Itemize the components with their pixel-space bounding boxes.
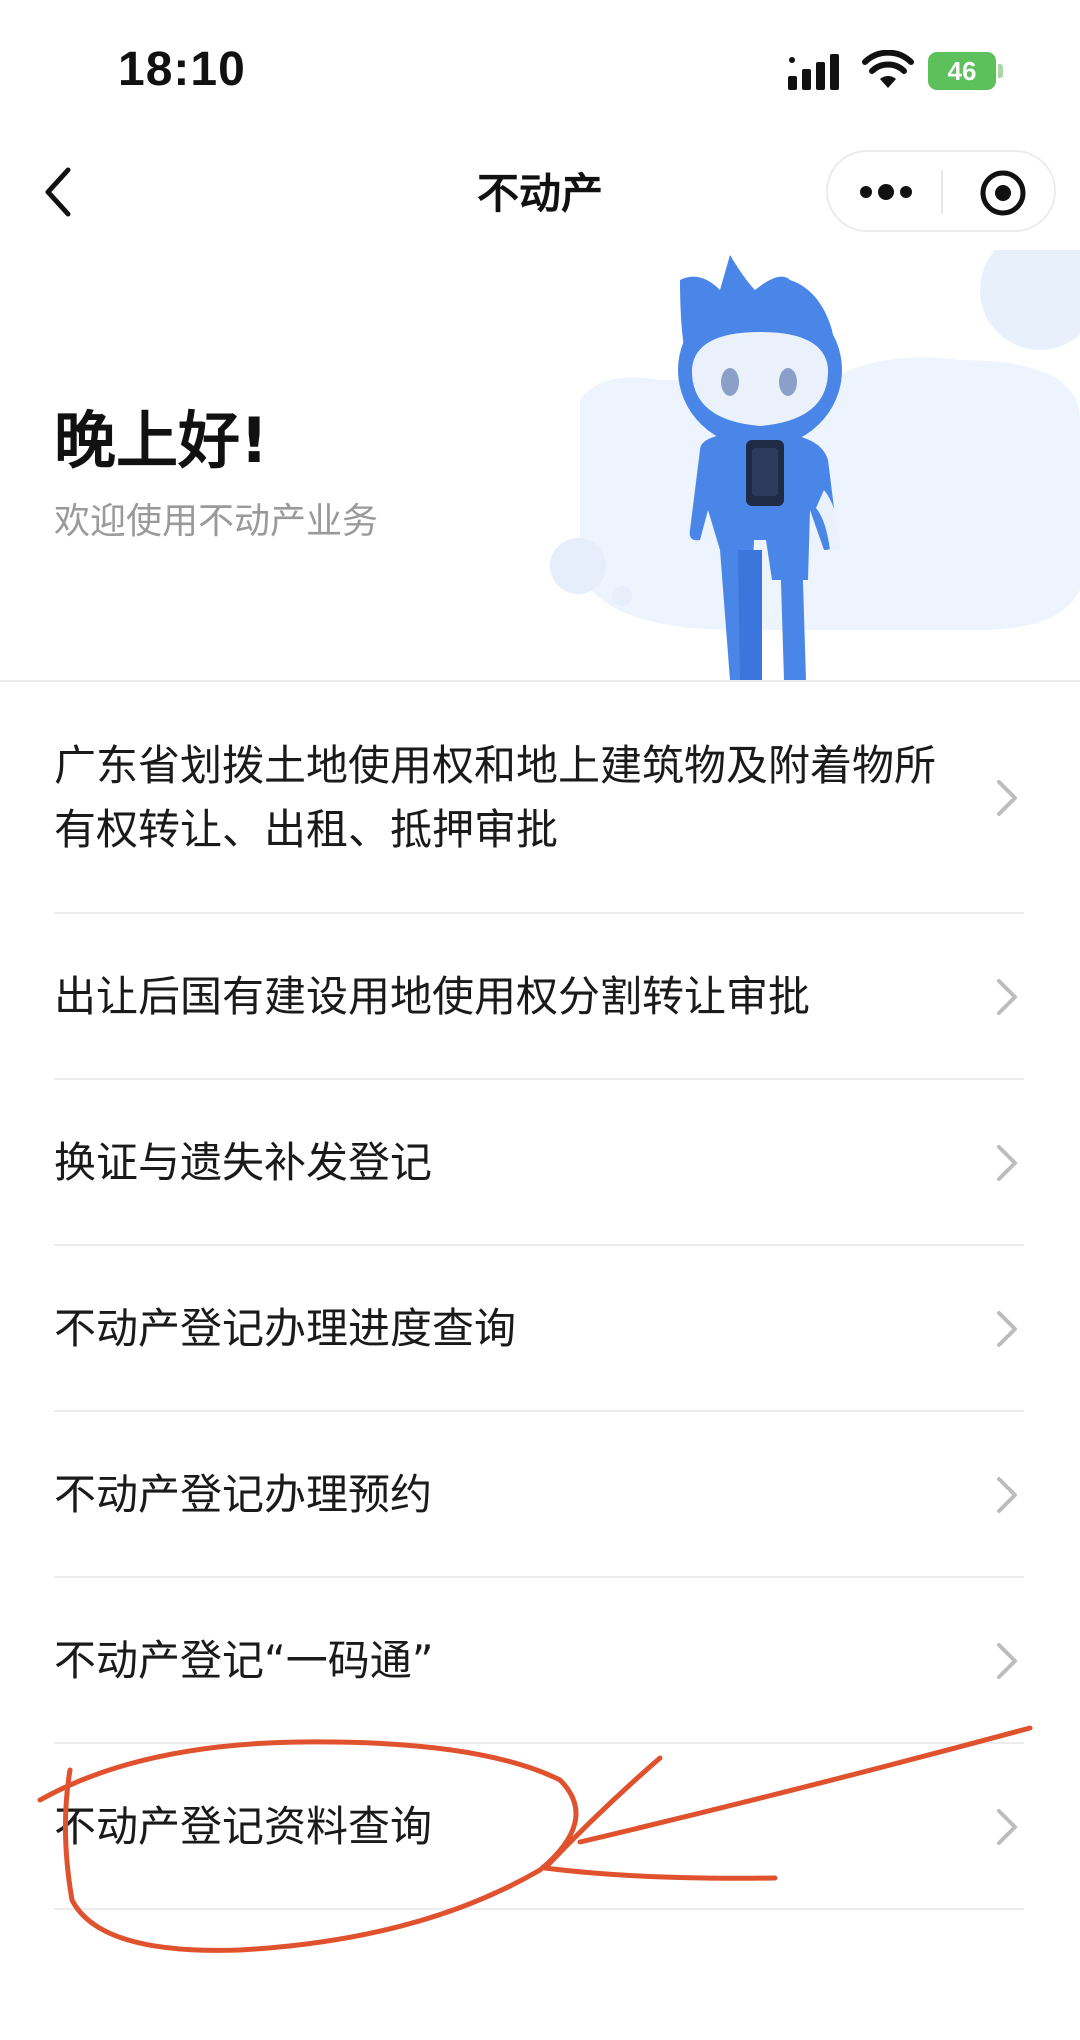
- mascot-illustration: [550, 250, 1080, 680]
- chevron-right-icon: [997, 780, 1017, 816]
- service-list: 广东省划拨土地使用权和地上建筑物及附着物所有权转让、出租、抵押审批 出让后国有建…: [0, 682, 1080, 1910]
- target-close-icon[interactable]: [978, 168, 1028, 218]
- mini-program-capsule: [826, 150, 1056, 232]
- list-item[interactable]: 不动产登记“一码通”: [0, 1578, 1080, 1744]
- nav-bar: 不动产: [0, 140, 1080, 240]
- list-item-label: 不动产登记办理预约: [54, 1470, 433, 1519]
- chevron-right-icon: [997, 1145, 1017, 1181]
- greeting-heading: 晚上好!: [54, 404, 269, 477]
- list-item[interactable]: 不动产登记办理进度查询: [0, 1246, 1080, 1412]
- list-item-label: 广东省划拨土地使用权和地上建筑物及附着物所有权转让、出租、抵押审批: [54, 741, 937, 854]
- status-time: 18:10: [118, 43, 246, 96]
- chevron-right-icon: [997, 979, 1017, 1015]
- welcome-banner: 晚上好! 欢迎使用不动产业务: [0, 250, 1080, 680]
- chevron-right-icon: [997, 1809, 1017, 1845]
- list-item-label: 不动产登记“一码通”: [54, 1636, 434, 1685]
- wifi-icon: [862, 50, 914, 88]
- chevron-right-icon: [997, 1311, 1017, 1347]
- chevron-right-icon: [997, 1477, 1017, 1513]
- capsule-divider: [941, 170, 943, 214]
- list-divider: [54, 1908, 1024, 1910]
- list-item-label: 出让后国有建设用地使用权分割转让审批: [54, 972, 811, 1021]
- welcome-subtitle: 欢迎使用不动产业务: [54, 501, 379, 542]
- battery-level: 46: [947, 56, 977, 86]
- list-item-label: 不动产登记办理进度查询: [54, 1304, 517, 1353]
- signal-icon: [788, 54, 839, 90]
- chevron-left-icon[interactable]: [38, 166, 82, 218]
- chevron-right-icon: [997, 1643, 1017, 1679]
- page-title: 不动产: [476, 169, 603, 218]
- list-item[interactable]: 不动产登记办理预约: [0, 1412, 1080, 1578]
- more-dots-icon[interactable]: [856, 176, 916, 208]
- list-item[interactable]: 广东省划拨土地使用权和地上建筑物及附着物所有权转让、出租、抵押审批: [0, 682, 1080, 914]
- list-item[interactable]: 出让后国有建设用地使用权分割转让审批: [0, 914, 1080, 1080]
- list-item-label: 换证与遗失补发登记: [54, 1138, 433, 1187]
- list-item[interactable]: 不动产登记资料查询: [0, 1744, 1080, 1910]
- battery-icon: 46: [928, 52, 1004, 90]
- status-bar: 18:10 46: [0, 0, 1080, 140]
- list-item[interactable]: 换证与遗失补发登记: [0, 1080, 1080, 1246]
- list-item-label: 不动产登记资料查询: [54, 1802, 433, 1851]
